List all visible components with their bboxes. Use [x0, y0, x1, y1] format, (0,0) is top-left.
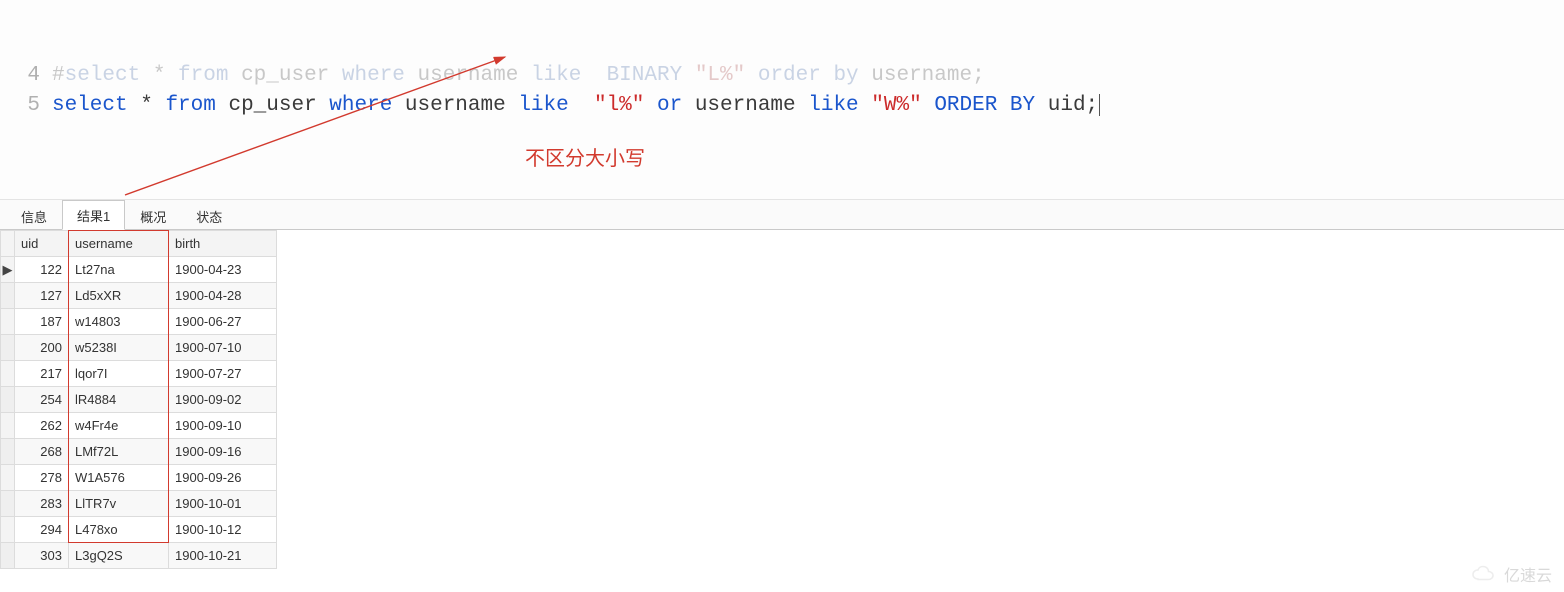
row-marker-header — [1, 231, 15, 257]
tab-概况[interactable]: 概况 — [125, 201, 181, 230]
cell-uid[interactable]: 268 — [15, 439, 69, 465]
table-row[interactable]: 294L478xo1900-10-12 — [1, 517, 277, 543]
cell-birth[interactable]: 1900-10-12 — [169, 517, 277, 543]
cell-username[interactable]: Lt27na — [69, 257, 169, 283]
cell-username[interactable]: lR4884 — [69, 387, 169, 413]
row-marker — [1, 361, 15, 387]
table-row[interactable]: 278W1A5761900-09-26 — [1, 465, 277, 491]
cell-uid[interactable]: 254 — [15, 387, 69, 413]
row-marker — [1, 413, 15, 439]
cell-uid[interactable]: 122 — [15, 257, 69, 283]
sql-editor[interactable]: 4#select * from cp_user where username l… — [0, 0, 1564, 200]
table-row[interactable]: 127Ld5xXR1900-04-28 — [1, 283, 277, 309]
cell-uid[interactable]: 200 — [15, 335, 69, 361]
cell-uid[interactable]: 127 — [15, 283, 69, 309]
cell-uid[interactable]: 283 — [15, 491, 69, 517]
code-content[interactable]: #select * from cp_user where username li… — [52, 61, 985, 91]
table-row[interactable]: 187w148031900-06-27 — [1, 309, 277, 335]
column-header-uid[interactable]: uid — [15, 231, 69, 257]
line-number: 5 — [18, 91, 52, 121]
row-marker — [1, 439, 15, 465]
cell-birth[interactable]: 1900-07-10 — [169, 335, 277, 361]
cell-birth[interactable]: 1900-09-10 — [169, 413, 277, 439]
cell-birth[interactable]: 1900-10-01 — [169, 491, 277, 517]
cell-birth[interactable]: 1900-09-26 — [169, 465, 277, 491]
cell-birth[interactable]: 1900-10-21 — [169, 543, 277, 569]
cell-uid[interactable]: 303 — [15, 543, 69, 569]
row-marker — [1, 517, 15, 543]
cell-uid[interactable]: 217 — [15, 361, 69, 387]
cell-username[interactable]: W1A576 — [69, 465, 169, 491]
row-marker — [1, 309, 15, 335]
cell-uid[interactable]: 294 — [15, 517, 69, 543]
cell-birth[interactable]: 1900-07-27 — [169, 361, 277, 387]
cell-username[interactable]: lqor7I — [69, 361, 169, 387]
column-header-username[interactable]: username — [69, 231, 169, 257]
cell-username[interactable]: L478xo — [69, 517, 169, 543]
line-number: 4 — [18, 61, 52, 91]
cell-birth[interactable]: 1900-04-28 — [169, 283, 277, 309]
editor-line[interactable]: 4#select * from cp_user where username l… — [18, 61, 1564, 91]
column-header-birth[interactable]: birth — [169, 231, 277, 257]
code-content[interactable]: select * from cp_user where username lik… — [52, 91, 1100, 121]
table-row[interactable]: 268LMf72L1900-09-16 — [1, 439, 277, 465]
cell-username[interactable]: L3gQ2S — [69, 543, 169, 569]
table-row[interactable]: 254lR48841900-09-02 — [1, 387, 277, 413]
watermark-text: 亿速云 — [1504, 562, 1552, 586]
cell-uid[interactable]: 262 — [15, 413, 69, 439]
cell-uid[interactable]: 187 — [15, 309, 69, 335]
cell-uid[interactable]: 278 — [15, 465, 69, 491]
cell-username[interactable]: LlTR7v — [69, 491, 169, 517]
table-row[interactable]: 283LlTR7v1900-10-01 — [1, 491, 277, 517]
result-grid-wrap: uidusernamebirth▶122Lt27na1900-04-23127L… — [0, 230, 1564, 569]
row-marker — [1, 387, 15, 413]
cell-username[interactable]: LMf72L — [69, 439, 169, 465]
cell-birth[interactable]: 1900-04-23 — [169, 257, 277, 283]
cell-birth[interactable]: 1900-09-02 — [169, 387, 277, 413]
table-row[interactable]: 200w5238I1900-07-10 — [1, 335, 277, 361]
cell-birth[interactable]: 1900-06-27 — [169, 309, 277, 335]
table-header-row: uidusernamebirth — [1, 231, 277, 257]
annotation-text: 不区分大小写 — [525, 145, 645, 174]
table-row[interactable]: 217lqor7I1900-07-27 — [1, 361, 277, 387]
row-marker — [1, 335, 15, 361]
cell-birth[interactable]: 1900-09-16 — [169, 439, 277, 465]
table-row[interactable]: ▶122Lt27na1900-04-23 — [1, 257, 277, 283]
row-marker — [1, 465, 15, 491]
text-caret — [1099, 94, 1100, 116]
cell-username[interactable]: Ld5xXR — [69, 283, 169, 309]
row-marker — [1, 283, 15, 309]
tab-结果1[interactable]: 结果1 — [62, 200, 125, 230]
table-row[interactable]: 303L3gQ2S1900-10-21 — [1, 543, 277, 569]
row-marker — [1, 543, 15, 569]
row-marker — [1, 491, 15, 517]
cell-username[interactable]: w5238I — [69, 335, 169, 361]
row-marker: ▶ — [1, 257, 15, 283]
cell-username[interactable]: w4Fr4e — [69, 413, 169, 439]
result-grid[interactable]: uidusernamebirth▶122Lt27na1900-04-23127L… — [0, 230, 277, 569]
editor-line[interactable]: 5select * from cp_user where username li… — [18, 91, 1564, 121]
cell-username[interactable]: w14803 — [69, 309, 169, 335]
tab-信息[interactable]: 信息 — [6, 201, 62, 230]
cloud-icon — [1470, 565, 1498, 583]
table-row[interactable]: 262w4Fr4e1900-09-10 — [1, 413, 277, 439]
tab-状态[interactable]: 状态 — [181, 201, 237, 230]
watermark: 亿速云 — [1470, 562, 1552, 586]
